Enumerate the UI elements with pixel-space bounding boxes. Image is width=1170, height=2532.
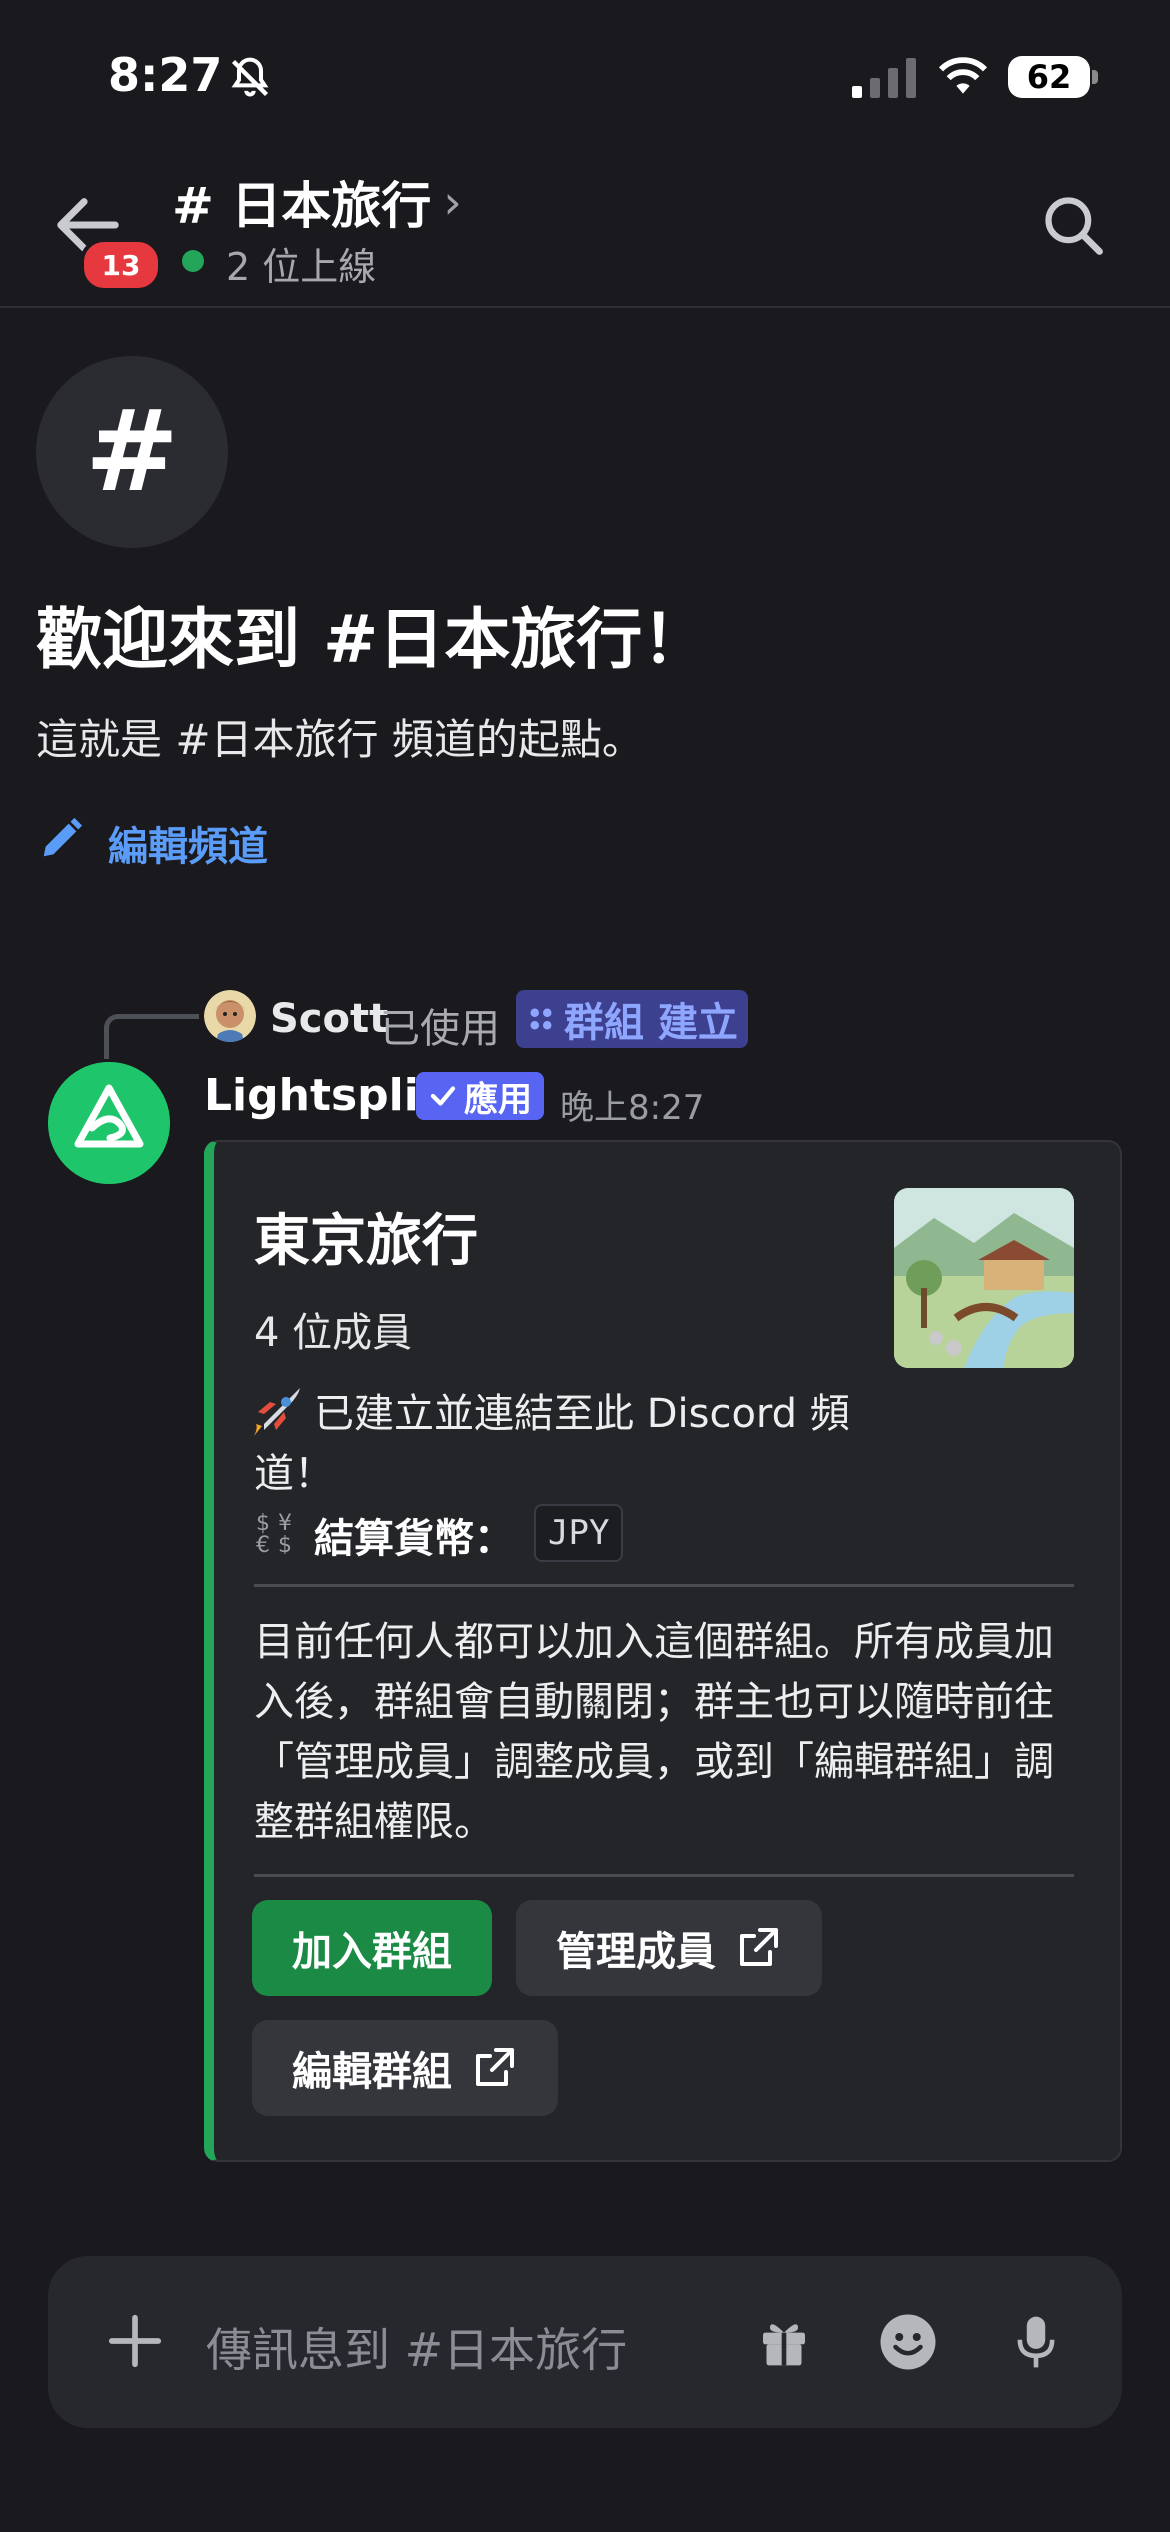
scott-avatar[interactable] xyxy=(204,990,256,1042)
online-status-dot xyxy=(182,250,204,272)
slash-command-pill[interactable]: 群組 建立 xyxy=(516,990,748,1048)
microphone-icon[interactable] xyxy=(1008,2312,1064,2372)
chevron-right-icon: › xyxy=(443,175,462,229)
svg-text:€: € xyxy=(256,1533,270,1554)
external-link-icon xyxy=(740,1928,778,1966)
emoji-icon[interactable] xyxy=(878,2312,938,2372)
channel-title-text: # 日本旅行 xyxy=(172,177,432,235)
svg-text:$: $ xyxy=(278,1533,292,1554)
currency-code: JPY xyxy=(534,1504,624,1562)
embed-divider xyxy=(254,1874,1074,1877)
battery-indicator: 62 xyxy=(1008,56,1090,98)
edit-group-label: 編輯群組 xyxy=(292,2049,452,2095)
message-timestamp: 晚上8:27 xyxy=(560,1088,705,1128)
channel-hash-icon: # xyxy=(36,356,228,548)
online-count: 2 位上線 xyxy=(226,245,377,289)
embed-description: 目前任何人都可以加入這個群組。所有成員加入後，群組會自動關閉；群主也可以隨時前往… xyxy=(254,1619,1054,1845)
welcome-subtitle: 這就是 #日本旅行 頻道的起點。 xyxy=(36,715,644,764)
header-divider xyxy=(0,306,1170,308)
reply-username[interactable]: Scott xyxy=(270,996,388,1042)
welcome-title: 歡迎來到 #日本旅行！ xyxy=(36,601,709,678)
app-tag-label: 應用 xyxy=(464,1079,532,1120)
embed-member-count: 4 位成員 xyxy=(254,1310,413,1356)
message-input[interactable]: 傳訊息到 #日本旅行 xyxy=(206,2314,627,2380)
edit-channel-link[interactable]: 編輯頻道 xyxy=(108,814,268,872)
embed-divider xyxy=(254,1584,1074,1587)
battery-tip xyxy=(1092,70,1098,84)
manage-members-label: 管理成員 xyxy=(556,1929,716,1975)
channel-title[interactable]: # 日本旅行 › xyxy=(172,166,462,238)
status-time: 8:27 xyxy=(108,48,223,102)
app-tag: 應用 xyxy=(416,1072,544,1120)
landscape-thumbnail[interactable] xyxy=(894,1188,1074,1368)
bot-username[interactable]: Lightsplit xyxy=(204,1070,440,1121)
reply-used-label: 已使用 xyxy=(380,1006,500,1052)
search-icon[interactable] xyxy=(1040,192,1108,260)
currency-label: 結算貨幣： xyxy=(314,1516,514,1562)
external-link-icon xyxy=(476,2048,514,2086)
command-label: 群組 建立 xyxy=(564,1000,738,1046)
bell-muted-icon xyxy=(231,57,269,97)
join-group-label: 加入群組 xyxy=(292,1929,452,1975)
unread-badge: 13 xyxy=(80,238,162,292)
embed-title: 東京旅行 xyxy=(254,1209,478,1274)
cellular-signal-icon xyxy=(852,58,916,98)
edit-group-button[interactable]: 編輯群組 xyxy=(252,2020,558,2116)
checkmark-icon xyxy=(430,1086,456,1106)
plus-icon[interactable] xyxy=(104,2310,166,2372)
wifi-icon xyxy=(938,57,988,94)
reply-connector xyxy=(104,1014,199,1059)
lightsplit-avatar[interactable] xyxy=(48,1062,170,1184)
manage-members-button[interactable]: 管理成員 xyxy=(516,1900,822,1996)
gift-icon[interactable] xyxy=(756,2314,812,2370)
embed-created-text: 已建立並連結至此 Discord 頻道！ xyxy=(254,1391,850,1497)
apps-grid-icon xyxy=(530,1008,552,1030)
currency-exchange-icon: $ ¥ € $ xyxy=(256,1511,292,1554)
join-group-button[interactable]: 加入群組 xyxy=(252,1900,492,1996)
pencil-icon[interactable] xyxy=(38,816,84,862)
